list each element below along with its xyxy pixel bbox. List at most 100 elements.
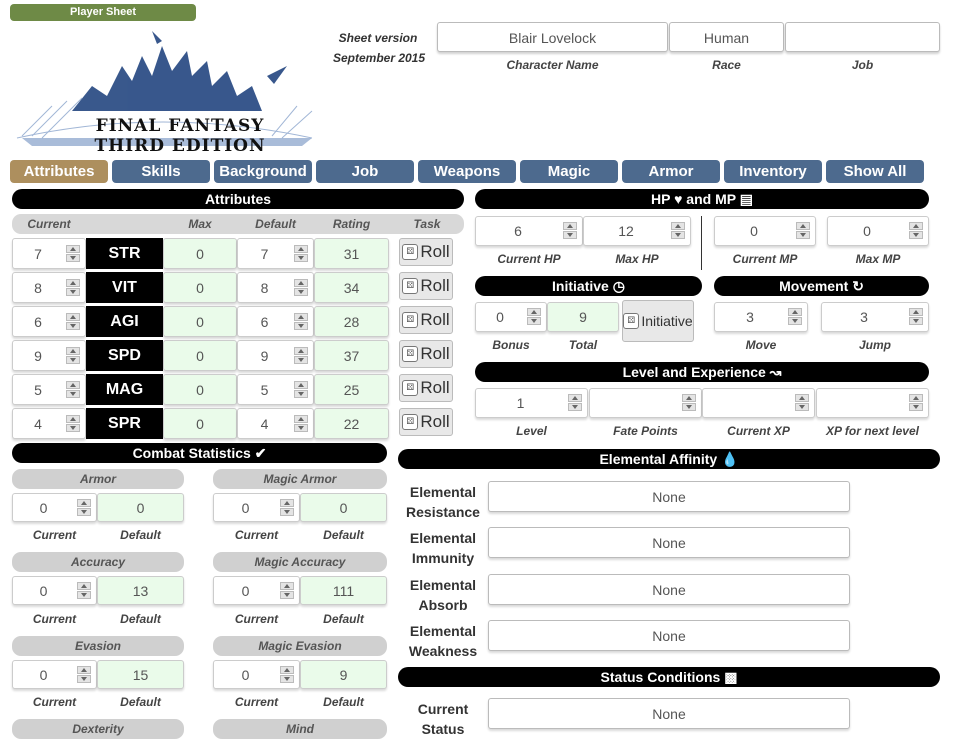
tab-show-all[interactable]: Show All [826, 160, 924, 183]
stepper-arrows-icon[interactable] [77, 498, 91, 517]
character-name-field[interactable]: Blair Lovelock [437, 22, 668, 52]
stepper-arrows-icon[interactable] [568, 394, 582, 412]
stepper-arrows-icon[interactable] [527, 308, 541, 326]
current-xp-stepper[interactable] [702, 388, 815, 418]
book-icon: ▤ [739, 191, 753, 207]
armor-current-stepper[interactable]: 0 [12, 493, 97, 522]
level-stepper[interactable]: 1 [475, 388, 588, 418]
stepper-arrows-icon[interactable] [294, 312, 308, 331]
armor-default-label: Default [120, 528, 161, 542]
move-label: Move [745, 338, 777, 352]
stepper-arrows-icon[interactable] [66, 414, 80, 433]
move-stepper[interactable]: 3 [714, 302, 808, 332]
stepper-arrows-icon[interactable] [796, 222, 810, 240]
stepper-arrows-icon[interactable] [909, 222, 923, 240]
vit-current-stepper[interactable]: 8 [12, 272, 86, 303]
tab-attributes[interactable]: Attributes [10, 160, 108, 183]
accuracy-current-stepper[interactable]: 0 [12, 576, 97, 605]
chart-line-icon: ↝ [769, 364, 782, 380]
str-roll-button[interactable]: ⚄ Roll [399, 238, 453, 266]
mag-current-stepper[interactable]: 5 [12, 374, 86, 405]
tab-magic[interactable]: Magic [520, 160, 618, 183]
mag-roll-button[interactable]: ⚄ Roll [399, 374, 453, 402]
race-field[interactable]: Human [669, 22, 784, 52]
max-hp-stepper[interactable]: 12 [583, 216, 691, 246]
tab-skills[interactable]: Skills [112, 160, 210, 183]
stepper-arrows-icon[interactable] [280, 581, 294, 600]
fate-points-stepper[interactable] [589, 388, 702, 418]
elemental-resistance-label: Elemental Resistance [406, 484, 480, 520]
spd-default-stepper[interactable]: 9 [237, 340, 314, 371]
logo-title: FINAL FANTASY THIRD EDITION [94, 116, 266, 156]
tab-background[interactable]: Background [214, 160, 312, 183]
stepper-arrows-icon[interactable] [280, 665, 294, 684]
magic-evasion-current-stepper[interactable]: 0 [213, 660, 300, 689]
spr-current-stepper[interactable]: 4 [12, 408, 86, 439]
stepper-arrows-icon[interactable] [66, 312, 80, 331]
magic-accuracy-current-stepper[interactable]: 0 [213, 576, 300, 605]
mag-default-stepper[interactable]: 5 [237, 374, 314, 405]
stepper-arrows-icon[interactable] [294, 346, 308, 365]
spr-roll-button[interactable]: ⚄ Roll [399, 408, 453, 436]
stepper-arrows-icon[interactable] [795, 394, 809, 412]
agi-current-stepper[interactable]: 6 [12, 306, 86, 337]
accuracy-stat-bar: Accuracy [12, 552, 184, 572]
elemental-resistance-field[interactable]: None [488, 481, 850, 512]
stepper-arrows-icon[interactable] [682, 394, 696, 412]
job-field[interactable] [785, 22, 940, 52]
magic-armor-current-stepper[interactable]: 0 [213, 493, 300, 522]
stepper-arrows-icon[interactable] [66, 380, 80, 399]
stepper-arrows-icon[interactable] [788, 308, 802, 326]
stepper-arrows-icon[interactable] [671, 222, 685, 240]
vit-roll-button[interactable]: ⚄ Roll [399, 272, 453, 300]
jump-stepper[interactable]: 3 [821, 302, 929, 332]
tab-job[interactable]: Job [316, 160, 414, 183]
str-default-stepper[interactable]: 7 [237, 238, 314, 269]
current-status-field[interactable]: None [488, 698, 850, 729]
current-mp-stepper[interactable]: 0 [714, 216, 816, 246]
magic-evasion-stat-bar: Magic Evasion [213, 636, 387, 656]
spr-default-stepper[interactable]: 4 [237, 408, 314, 439]
attr-header-default: Default [255, 217, 296, 231]
stepper-arrows-icon[interactable] [66, 278, 80, 297]
stepper-arrows-icon[interactable] [280, 498, 294, 517]
evasion-current-stepper[interactable]: 0 [12, 660, 97, 689]
clock-icon: ◷ [612, 278, 625, 294]
initiative-bonus-stepper[interactable]: 0 [475, 302, 547, 332]
max-mp-stepper[interactable]: 0 [827, 216, 929, 246]
vit-default-stepper[interactable]: 8 [237, 272, 314, 303]
initiative-roll-button[interactable]: ⚄ Initiative [622, 300, 694, 342]
player-sheet-badge: Player Sheet [10, 4, 196, 21]
stepper-arrows-icon[interactable] [66, 346, 80, 365]
spd-roll-button[interactable]: ⚄ Roll [399, 340, 453, 368]
hp-mp-header: HP ♥ and MP ▤ [475, 189, 929, 209]
elemental-absorb-field[interactable]: None [488, 574, 850, 605]
agi-default-stepper[interactable]: 6 [237, 306, 314, 337]
refresh-icon: ↻ [852, 278, 864, 294]
tab-inventory[interactable]: Inventory [724, 160, 822, 183]
str-current-stepper[interactable]: 7 [12, 238, 86, 269]
tab-weapons[interactable]: Weapons [418, 160, 516, 183]
elemental-immunity-field[interactable]: None [488, 527, 850, 558]
tab-armor[interactable]: Armor [622, 160, 720, 183]
stepper-arrows-icon[interactable] [66, 244, 80, 263]
stepper-arrows-icon[interactable] [294, 380, 308, 399]
dice-icon: ⚄ [402, 346, 419, 362]
dice-icon: ⚄ [402, 312, 419, 328]
evasion-current-label: Current [32, 695, 77, 709]
stepper-arrows-icon[interactable] [77, 665, 91, 684]
stepper-arrows-icon[interactable] [294, 278, 308, 297]
stepper-arrows-icon[interactable] [77, 581, 91, 600]
dice-icon: ⚄ [402, 278, 419, 294]
stepper-arrows-icon[interactable] [909, 394, 923, 412]
spd-current-stepper[interactable]: 9 [12, 340, 86, 371]
agi-roll-button[interactable]: ⚄ Roll [399, 306, 453, 334]
xp-next-level-stepper[interactable] [816, 388, 929, 418]
attr-header-rating: Rating [332, 217, 371, 231]
current-hp-stepper[interactable]: 6 [475, 216, 583, 246]
stepper-arrows-icon[interactable] [294, 414, 308, 433]
stepper-arrows-icon[interactable] [563, 222, 577, 240]
stepper-arrows-icon[interactable] [294, 244, 308, 263]
stepper-arrows-icon[interactable] [909, 308, 923, 326]
elemental-weakness-field[interactable]: None [488, 620, 850, 651]
